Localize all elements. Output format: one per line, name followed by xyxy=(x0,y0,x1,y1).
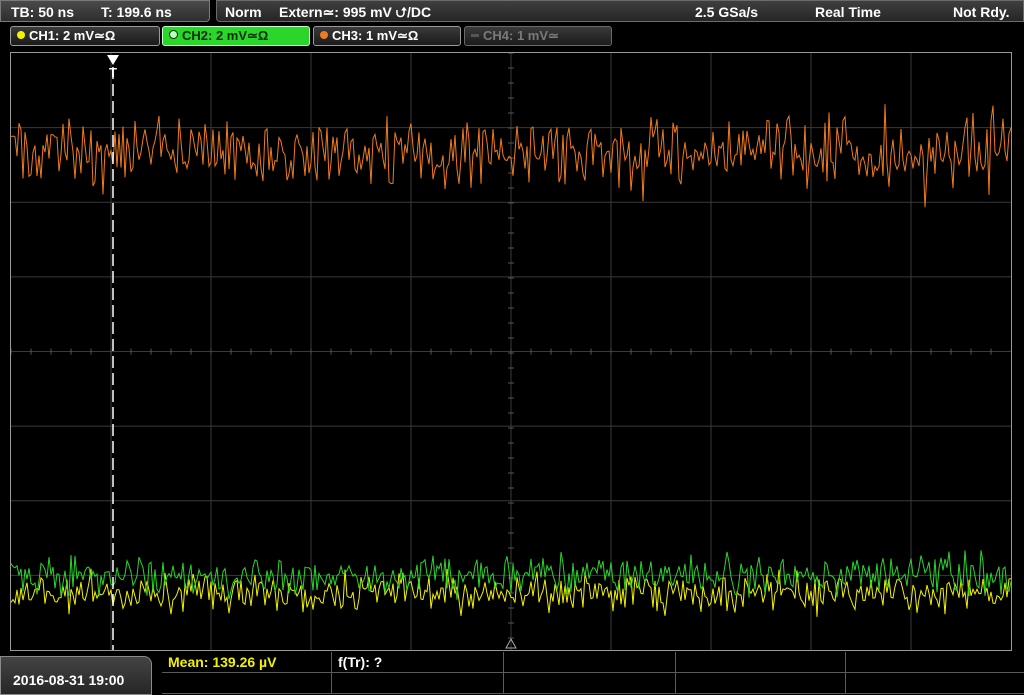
measurement-slot-7[interactable] xyxy=(332,673,504,694)
channel-1-label: CH1: 2 mV≃Ω xyxy=(29,28,116,43)
measurement-slot-6[interactable] xyxy=(162,673,332,694)
ftr-value-label: f(Tr): ? xyxy=(338,654,383,670)
measurement-slot-5[interactable] xyxy=(846,652,1024,673)
measurement-ftr[interactable]: f(Tr): ? xyxy=(332,652,504,673)
channel-3-button[interactable]: CH3: 1 mV≃Ω xyxy=(313,26,461,46)
trigger-time-label: T: 199.6 ns xyxy=(101,4,172,20)
sample-rate-label: 2.5 GSa/s xyxy=(695,4,759,20)
measurement-slot-8[interactable] xyxy=(504,673,676,694)
channel-4-label: CH4: 1 mV≃ xyxy=(483,28,559,43)
channel-1-dot-icon xyxy=(17,31,25,39)
graticule-grid xyxy=(11,53,1011,650)
timebase-box[interactable]: TB: 50 ns T: 199.6 ns xyxy=(0,0,210,22)
mean-value-label: Mean: 139.26 µV xyxy=(168,654,277,670)
trigger-source-label: Extern≃: 995 mV ⮍/DC xyxy=(279,4,432,20)
waveform-display[interactable]: T xyxy=(10,52,1012,651)
channel-4-dash-icon xyxy=(471,34,479,37)
timebase-label: TB: 50 ns xyxy=(11,4,75,20)
measurement-slot-3[interactable] xyxy=(504,652,676,673)
trigger-mode-label: Norm xyxy=(225,4,262,20)
datetime-box: 2016-08-31 19:00 xyxy=(0,656,152,695)
channel-3-label: CH3: 1 mV≃Ω xyxy=(332,28,419,43)
acquisition-status-label: Not Rdy. xyxy=(953,4,1010,20)
measurement-slot-10[interactable] xyxy=(846,673,1024,694)
waveform-canvas: T xyxy=(11,53,1011,650)
datetime-label: 2016-08-31 19:00 xyxy=(13,672,125,688)
channel-4-button[interactable]: CH4: 1 mV≃ xyxy=(464,26,612,46)
channel-1-button[interactable]: CH1: 2 mV≃Ω xyxy=(10,26,160,46)
measurement-slot-9[interactable] xyxy=(676,673,846,694)
trigger-status-box[interactable]: Norm Extern≃: 995 mV ⮍/DC 2.5 GSa/s Real… xyxy=(216,0,1024,22)
channel-2-label: CH2: 2 mV≃Ω xyxy=(182,28,269,43)
channel-2-dot-icon xyxy=(169,30,178,39)
acquisition-mode-label: Real Time xyxy=(815,4,881,20)
measurement-slot-4[interactable] xyxy=(676,652,846,673)
status-bar: TB: 50 ns T: 199.6 ns Norm Extern≃: 995 … xyxy=(0,0,1024,24)
channel-3-dot-icon xyxy=(320,31,328,39)
measurement-panel: Mean: 139.26 µV f(Tr): ? xyxy=(162,652,1024,695)
measurement-mean[interactable]: Mean: 139.26 µV xyxy=(162,652,332,673)
trigger-position-arrow-icon xyxy=(107,55,119,65)
channel-row: CH1: 2 mV≃Ω CH2: 2 mV≃Ω CH3: 1 mV≃Ω CH4:… xyxy=(0,26,1024,48)
trigger-marker-label: T xyxy=(109,65,117,80)
channel-2-button[interactable]: CH2: 2 mV≃Ω xyxy=(162,26,310,46)
